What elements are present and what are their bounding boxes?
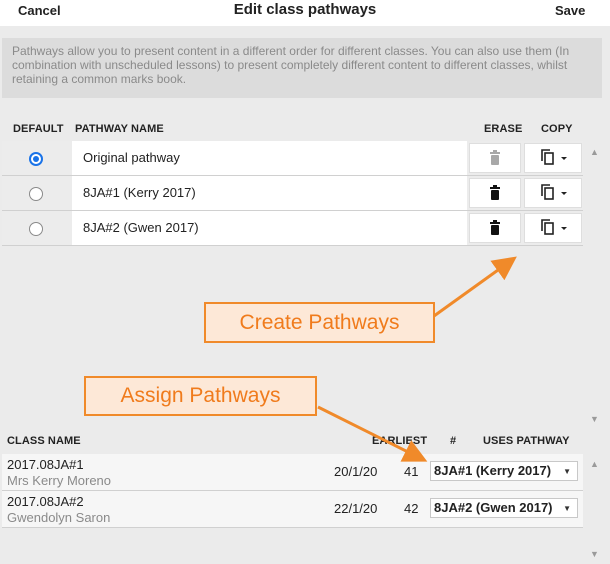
create-pathways-callout: Create Pathways bbox=[204, 302, 435, 343]
create-pathways-arrow bbox=[433, 256, 517, 318]
annotation-arrows bbox=[317, 256, 517, 462]
assign-pathways-arrow bbox=[317, 405, 428, 462]
assign-pathways-callout: Assign Pathways bbox=[84, 376, 317, 416]
